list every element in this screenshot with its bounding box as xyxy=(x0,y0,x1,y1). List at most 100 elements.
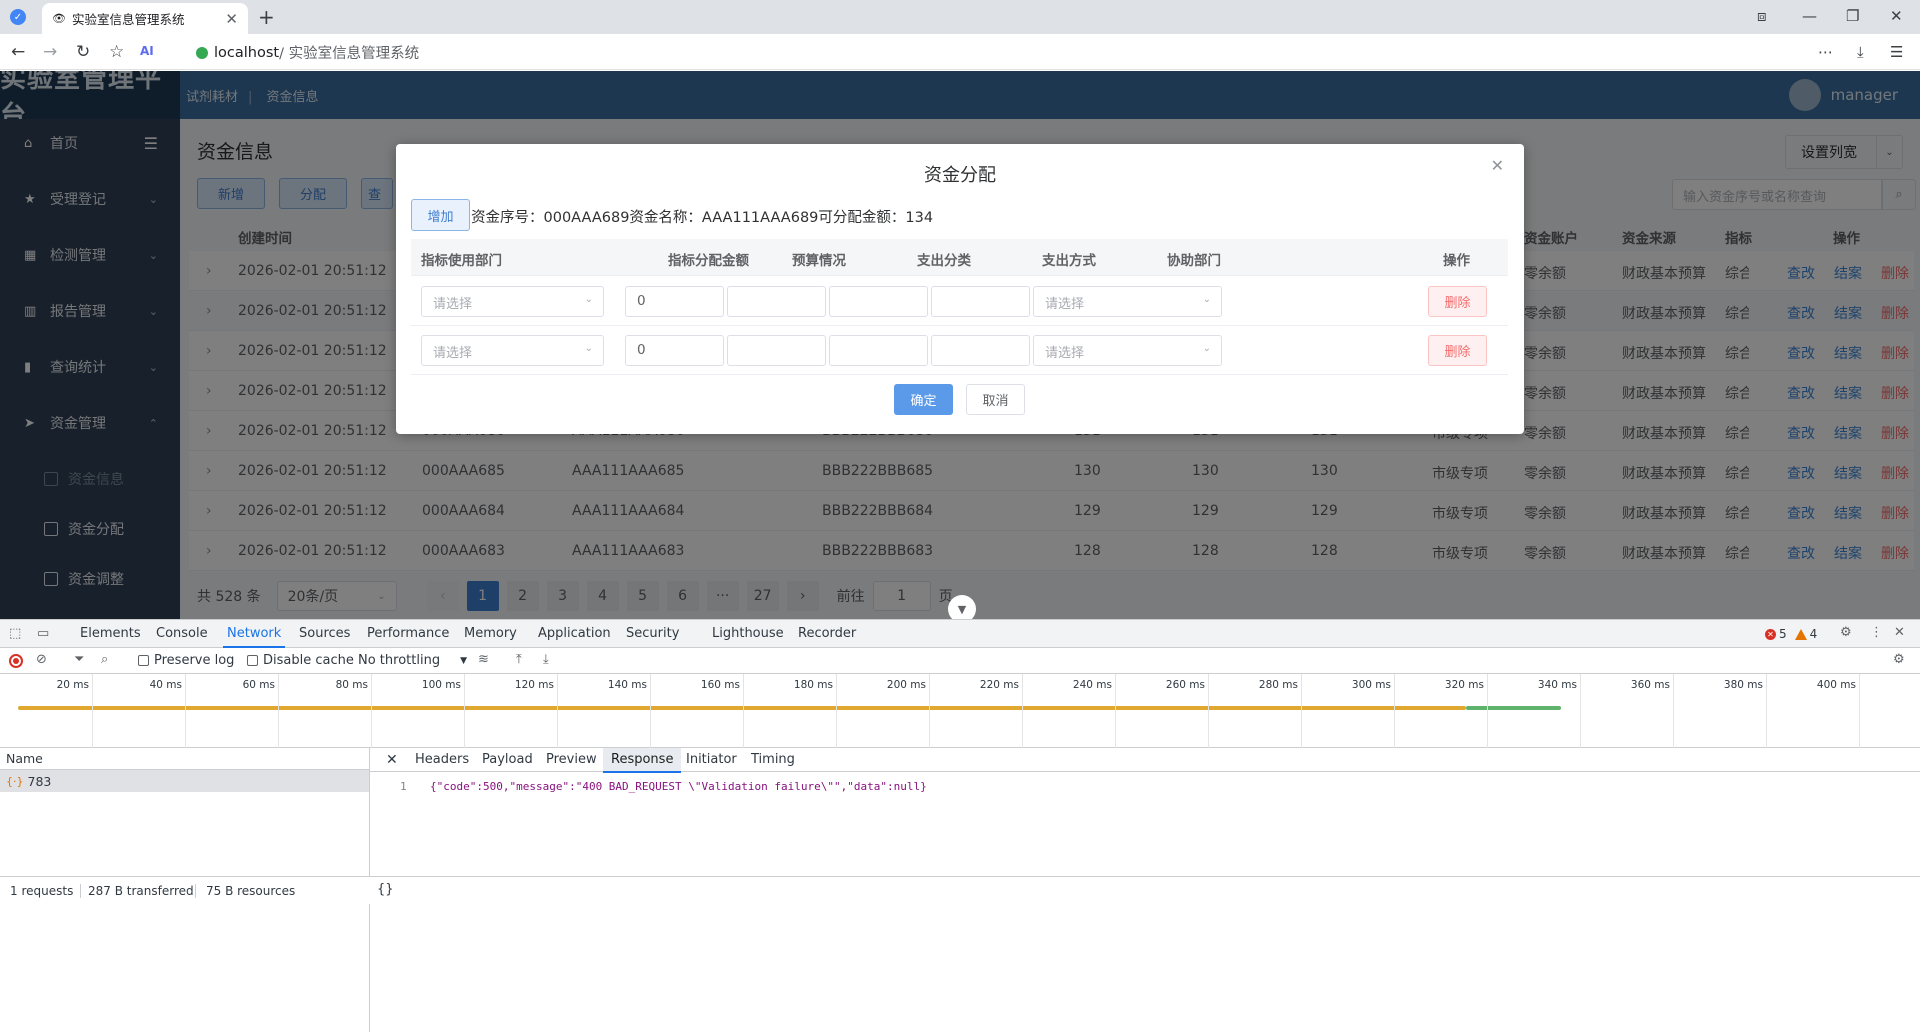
devtools-tab-performance[interactable]: Performance xyxy=(367,626,449,641)
dept-select[interactable]: 请选择 ⌄ xyxy=(421,286,604,317)
export-har-icon[interactable]: ⤓ xyxy=(543,652,549,667)
resources-size: 75 B resources xyxy=(206,884,296,898)
search-icon[interactable]: ⌕ xyxy=(101,652,108,667)
json-request-icon: {·} xyxy=(6,774,24,788)
warning-icon xyxy=(1794,628,1807,640)
confirm-button[interactable]: 确定 xyxy=(894,384,953,415)
timeline-tick-label: 220 ms xyxy=(979,679,1019,691)
record-icon[interactable] xyxy=(9,654,23,668)
menu-icon[interactable]: ☰ xyxy=(1890,43,1903,61)
timeline-tick-label: 40 ms xyxy=(149,679,182,691)
tab-response[interactable]: Response xyxy=(603,748,682,773)
category-input[interactable] xyxy=(829,286,928,317)
dialog-row: 请选择 ⌄ 0 请选择 ⌄ 删除 xyxy=(411,326,1508,375)
close-detail-icon[interactable]: ✕ xyxy=(386,752,398,768)
close-icon[interactable]: ✕ xyxy=(1491,156,1504,175)
devtools-tab-application[interactable]: Application xyxy=(538,626,611,641)
timeline-gridline xyxy=(1673,674,1674,748)
devtools-tab-lighthouse[interactable]: Lighthouse xyxy=(712,626,784,641)
budget-input[interactable] xyxy=(727,286,826,317)
timeline-tick-label: 280 ms xyxy=(1258,679,1298,691)
tab-headers[interactable]: Headers xyxy=(415,752,469,767)
dept-select[interactable]: 请选择 ⌄ xyxy=(421,335,604,366)
timeline-tick-label: 260 ms xyxy=(1165,679,1205,691)
delete-row-button[interactable]: 删除 xyxy=(1428,286,1487,317)
tab-timing[interactable]: Timing xyxy=(751,752,795,767)
devtools-tab-network[interactable]: Network xyxy=(222,626,286,648)
ai-icon[interactable]: AI xyxy=(140,44,154,58)
browser-logo-icon[interactable]: ✓ xyxy=(10,9,26,25)
network-conditions-icon[interactable]: ≋ xyxy=(478,652,489,667)
tab-preview[interactable]: Preview xyxy=(546,752,597,767)
column-header: 协助部门 xyxy=(1167,253,1221,269)
add-row-button[interactable]: 增加 xyxy=(411,199,470,231)
cancel-button[interactable]: 取消 xyxy=(966,384,1025,415)
disable-cache-checkbox[interactable]: Disable cache xyxy=(247,653,354,668)
forward-icon[interactable]: → xyxy=(43,42,57,62)
amount-input[interactable]: 0 xyxy=(625,286,724,317)
close-devtools-icon[interactable]: ✕ xyxy=(1894,625,1905,640)
minimize-icon[interactable]: — xyxy=(1802,7,1817,25)
pretty-print-icon[interactable]: {} xyxy=(377,882,394,897)
tab-favicon-icon: 👁 xyxy=(52,12,66,25)
new-tab-icon[interactable]: + xyxy=(258,5,275,29)
devtools-tab-memory[interactable]: Memory xyxy=(464,626,517,641)
inspect-icon[interactable]: ⬚ xyxy=(9,626,21,641)
device-toolbar-icon[interactable]: ▭ xyxy=(37,626,49,641)
tab-close-icon[interactable]: ✕ xyxy=(225,10,238,28)
tab-search-icon[interactable]: ⧈ xyxy=(1757,7,1767,25)
devtools-tab-elements[interactable]: Elements xyxy=(80,626,141,641)
reload-icon[interactable]: ↻ xyxy=(76,42,90,62)
budget-input[interactable] xyxy=(727,335,826,366)
assist-dept-select[interactable]: 请选择 ⌄ xyxy=(1033,335,1222,366)
url-field[interactable]: localhost / 实验室信息管理系统 xyxy=(196,42,419,63)
preserve-log-checkbox[interactable]: Preserve log xyxy=(138,653,234,668)
tab-initiator[interactable]: Initiator xyxy=(686,752,737,767)
timeline-gridline xyxy=(1301,674,1302,748)
timeline-tick-label: 180 ms xyxy=(793,679,833,691)
filter-icon[interactable]: ⏷ xyxy=(74,652,84,667)
chevron-down-icon: ⌄ xyxy=(584,343,593,354)
timeline-tick-label: 240 ms xyxy=(1072,679,1112,691)
throttling-select[interactable]: No throttling ▼ xyxy=(358,653,467,668)
timeline-gridline xyxy=(92,674,93,748)
favorites-star-icon[interactable]: ☆ xyxy=(109,42,124,62)
back-icon[interactable]: ← xyxy=(11,42,25,62)
import-har-icon[interactable]: ⤒ xyxy=(516,652,522,667)
error-count: 5 xyxy=(1779,627,1787,641)
method-input[interactable] xyxy=(931,335,1030,366)
clear-icon[interactable]: ⊘ xyxy=(36,652,47,667)
download-icon[interactable]: ⤓ xyxy=(1857,43,1864,61)
name-column-header[interactable]: Name xyxy=(0,748,369,770)
column-header: 操作 xyxy=(1443,253,1470,269)
url-path: / 实验室信息管理系统 xyxy=(279,46,420,62)
request-row[interactable]: {·} 783 xyxy=(0,770,369,792)
disable-cache-label: Disable cache xyxy=(263,653,354,668)
amount-input[interactable]: 0 xyxy=(625,335,724,366)
timeline-tick-label: 140 ms xyxy=(607,679,647,691)
delete-row-button[interactable]: 删除 xyxy=(1428,335,1487,366)
gear-icon[interactable]: ⚙ xyxy=(1840,625,1852,640)
window-close-icon[interactable]: ✕ xyxy=(1890,7,1903,25)
devtools-tab-sources[interactable]: Sources xyxy=(299,626,350,641)
timeline-gridline xyxy=(743,674,744,748)
chevron-down-icon[interactable]: ▼ xyxy=(948,595,976,619)
devtools-tab-security[interactable]: Security xyxy=(626,626,679,641)
network-settings-gear-icon[interactable]: ⚙ xyxy=(1893,652,1905,667)
issues-badge[interactable]: ✕ 5 4 xyxy=(1765,627,1817,641)
network-overview-timeline[interactable]: 20 ms 40 ms 60 ms 80 ms 100 ms 120 ms 140 ms 16… xyxy=(0,674,1920,748)
restore-icon[interactable]: ❐ xyxy=(1846,7,1859,25)
tab-payload[interactable]: Payload xyxy=(482,752,533,767)
category-input[interactable] xyxy=(829,335,928,366)
devtools-tab-console[interactable]: Console xyxy=(156,626,208,641)
browser-tab[interactable]: 👁 实验室信息管理系统 ✕ xyxy=(42,3,248,34)
assist-dept-select[interactable]: 请选择 ⌄ xyxy=(1033,286,1222,317)
secure-icon xyxy=(196,46,208,59)
timeline-tick-label: 320 ms xyxy=(1444,679,1484,691)
column-header: 预算情况 xyxy=(792,253,846,269)
devtools-tab-recorder[interactable]: Recorder xyxy=(798,626,856,641)
kebab-menu-icon[interactable]: ⋮ xyxy=(1870,625,1883,640)
method-input[interactable] xyxy=(931,286,1030,317)
preserve-log-label: Preserve log xyxy=(154,653,235,668)
more-icon[interactable]: ⋯ xyxy=(1818,43,1833,61)
